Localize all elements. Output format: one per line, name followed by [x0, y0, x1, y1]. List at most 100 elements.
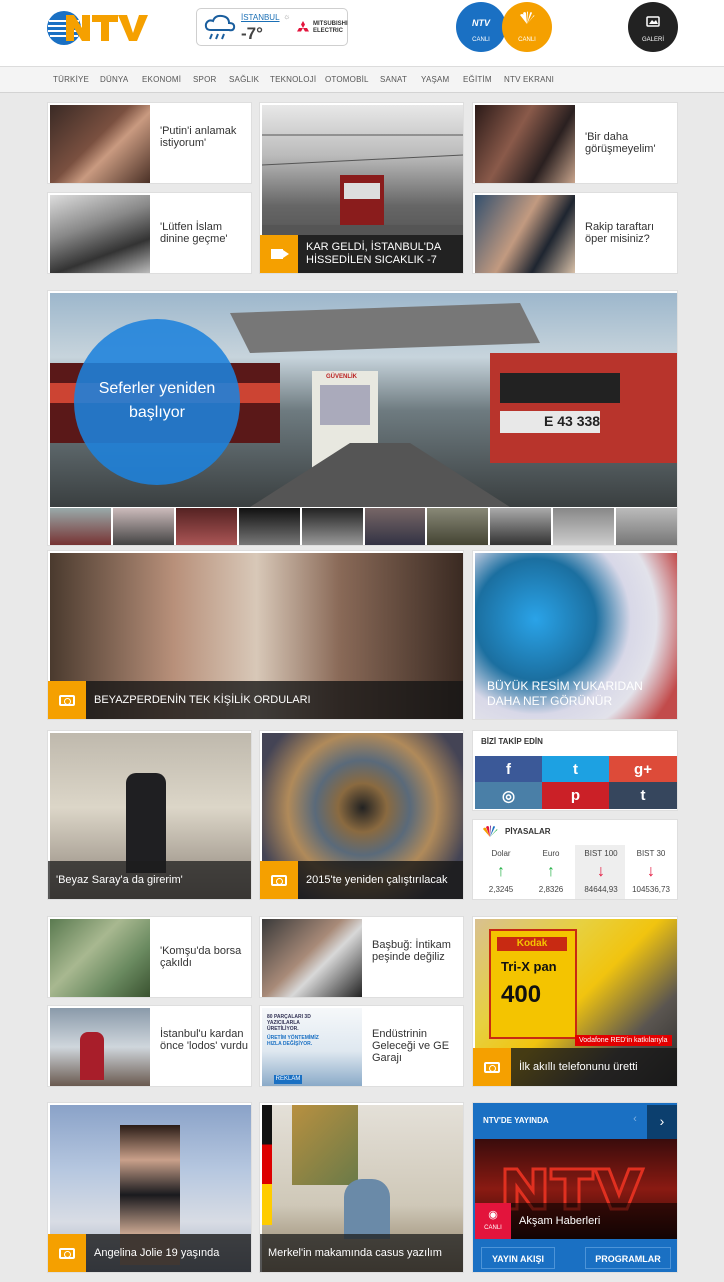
camera-icon — [473, 1048, 511, 1086]
rain-cloud-icon — [204, 14, 236, 40]
featured-title[interactable]: KAR GELDİ, İSTANBUL'DA HİSSEDİLEN SICAKL… — [298, 241, 463, 267]
news-title[interactable]: 2015'te yeniden çalıştırılacak — [298, 874, 448, 887]
hero-thumbnail[interactable] — [50, 508, 111, 545]
nav-item-ekonomi[interactable]: EKONOMİ — [142, 75, 181, 84]
hero-slider[interactable]: E 43 338 GÜVENLİK Seferler yeniden başlı… — [47, 290, 678, 546]
news-title[interactable]: 'Beyaz Saray'a da girerim' — [48, 874, 183, 887]
news-card-merkel[interactable]: Merkel'in makamında casus yazılım — [259, 1102, 464, 1273]
market-item-dolar[interactable]: Dolar ↑ 2,3245 — [475, 845, 527, 899]
instagram-icon[interactable]: ◎ — [475, 782, 542, 809]
gallery-button[interactable]: GALERİ — [628, 2, 678, 52]
news-title[interactable]: Angelina Jolie 19 yaşında — [86, 1247, 219, 1260]
news-title[interactable]: 'Putin'i anlamak istiyorum' — [160, 125, 248, 149]
market-value: 2,8326 — [538, 885, 564, 894]
news-caption[interactable]: Angelina Jolie 19 yaşında — [48, 1234, 251, 1272]
news-card-kodak[interactable]: Kodak Tri-X pan 400 Vodafone RED'in katk… — [472, 916, 678, 1087]
news-caption[interactable]: 2015'te yeniden çalıştırılacak — [260, 861, 463, 899]
news-card-beyazperde[interactable]: BEYAZPERDENİN TEK KİŞİLİK ORDULARI — [47, 550, 464, 720]
on-air-image[interactable]: ◉ CANLI Akşam Haberleri — [475, 1139, 677, 1239]
news-title[interactable]: 'Lütfen İslam dinine geçme' — [160, 221, 248, 245]
news-title[interactable]: İstanbul'u kardan önce 'lodos' vurdu — [160, 1028, 248, 1052]
nav-item-saglik[interactable]: SAĞLIK — [229, 75, 259, 84]
program-title[interactable]: Akşam Haberleri — [519, 1215, 600, 1227]
train-number: E 43 338 — [544, 413, 601, 429]
market-item-euro[interactable]: Euro ↑ 2,8326 — [525, 845, 577, 899]
programs-button[interactable]: PROGRAMLAR — [585, 1247, 671, 1269]
news-card-2015[interactable]: 2015'te yeniden çalıştırılacak — [259, 730, 464, 900]
news-caption[interactable]: 'Beyaz Saray'a da girerim' — [48, 861, 251, 899]
weather-city[interactable]: İSTANBUL — [241, 13, 280, 22]
hero-thumbnail[interactable] — [175, 508, 237, 545]
pinterest-icon[interactable]: p — [542, 782, 609, 809]
weather-widget[interactable]: İSTANBUL ☼ -7° MITSUBISHI ELECTRIC — [196, 8, 348, 46]
news-card-churchill[interactable]: 'Lütfen İslam dinine geçme' — [47, 192, 252, 274]
market-value: 84644,93 — [584, 885, 618, 894]
main-nav: TÜRKİYE DÜNYA EKONOMİ SPOR SAĞLIK TEKNOL… — [0, 66, 724, 93]
follow-us-widget: BİZİ TAKİP EDİN f t g+ ◎ p t — [472, 730, 678, 811]
market-item-bist100[interactable]: BIST 100 ↓ 84644,93 — [575, 845, 627, 899]
twitter-icon[interactable]: t — [542, 756, 609, 782]
news-title[interactable]: BÜYÜK RESİM YUKARIDAN DAHA NET GÖRÜNÜR — [487, 679, 667, 709]
news-title[interactable]: Rakip taraftarı öper misiniz? — [585, 221, 673, 245]
news-caption[interactable]: İlk akıllı telefonunu üretti — [473, 1048, 677, 1086]
nav-item-yasam[interactable]: YAŞAM — [421, 75, 449, 84]
news-card-basbug[interactable]: Başbuğ: İntikam peşinde değiliz — [259, 916, 464, 998]
news-card-beyaz-saray[interactable]: 'Beyaz Saray'a da girerim' — [47, 730, 252, 900]
news-title[interactable]: BEYAZPERDENİN TEK KİŞİLİK ORDULARI — [86, 694, 311, 707]
nav-item-egitim[interactable]: EĞİTİM — [463, 75, 492, 84]
news-title[interactable]: 'Komşu'da borsa çakıldı — [160, 945, 248, 969]
ntv-live-button[interactable]: NTV CANLI — [456, 2, 506, 52]
news-title[interactable]: İlk akıllı telefonunu üretti — [511, 1061, 638, 1074]
news-card-komsu[interactable]: 'Komşu'da borsa çakıldı — [47, 916, 252, 998]
nav-item-sanat[interactable]: SANAT — [380, 75, 407, 84]
hero-thumbnail[interactable] — [616, 508, 677, 545]
nav-item-turkiye[interactable]: TÜRKİYE — [53, 75, 89, 84]
featured-news-card[interactable]: KAR GELDİ, İSTANBUL'DA HİSSEDİLEN SICAKL… — [259, 102, 464, 274]
kodak-logo: Kodak — [497, 937, 567, 951]
news-title[interactable]: Merkel'in makamında casus yazılım — [260, 1247, 442, 1260]
ntv-logo[interactable] — [46, 9, 150, 47]
googleplus-icon[interactable]: g+ — [609, 756, 677, 782]
nav-item-otomobil[interactable]: OTOMOBİL — [325, 75, 369, 84]
up-arrow-icon: ↑ — [497, 863, 505, 880]
hero-image: E 43 338 GÜVENLİK Seferler yeniden başlı… — [50, 293, 677, 507]
news-card-ge-garaj[interactable]: 80 PARÇALARI 3D YAZICILARLA ÜRETİLİYOR. … — [259, 1005, 464, 1087]
news-card-angelina[interactable]: Angelina Jolie 19 yaşında — [47, 1102, 252, 1273]
cnbc-live-button[interactable]: CANLI — [502, 2, 552, 52]
live-label: CANLI — [484, 1225, 502, 1231]
market-item-bist30[interactable]: BIST 30 ↓ 104536,73 — [625, 845, 677, 899]
hero-title[interactable]: Seferler yeniden başlıyor — [84, 377, 230, 425]
camera-icon — [48, 1234, 86, 1272]
hero-thumbnail[interactable] — [364, 508, 426, 545]
hero-thumbnail[interactable] — [427, 508, 489, 545]
hero-thumbnail[interactable] — [553, 508, 615, 545]
hero-thumbnail[interactable] — [490, 508, 552, 545]
tumblr-icon[interactable]: t — [609, 782, 677, 809]
news-card-buyuk-resim[interactable]: BÜYÜK RESİM YUKARIDAN DAHA NET GÖRÜNÜR — [472, 550, 678, 720]
nav-item-ntv-ekrani[interactable]: NTV EKRANI — [504, 75, 554, 84]
chevron-left-icon[interactable]: ‹ — [623, 1113, 647, 1131]
news-card-rakip[interactable]: Rakip taraftarı öper misiniz? — [472, 192, 678, 274]
nav-item-dunya[interactable]: DÜNYA — [100, 75, 128, 84]
hero-thumbnail[interactable] — [238, 508, 300, 545]
news-card-putin[interactable]: 'Putin'i anlamak istiyorum' — [47, 102, 252, 184]
nav-item-teknoloji[interactable]: TEKNOLOJİ — [270, 75, 316, 84]
news-caption[interactable]: Merkel'in makamında casus yazılım — [260, 1234, 463, 1272]
featured-caption[interactable]: KAR GELDİ, İSTANBUL'DA HİSSEDİLEN SICAKL… — [260, 235, 463, 273]
hero-thumbnail[interactable] — [112, 508, 174, 545]
news-card-lodos[interactable]: İstanbul'u kardan önce 'lodos' vurdu — [47, 1005, 252, 1087]
news-title[interactable]: 'Bir daha görüşmeyelim' — [585, 131, 673, 155]
up-arrow-icon: ↑ — [547, 863, 555, 880]
nav-item-spor[interactable]: SPOR — [193, 75, 216, 84]
video-icon — [260, 235, 298, 273]
news-card-bir-daha[interactable]: 'Bir daha görüşmeyelim' — [472, 102, 678, 184]
news-title[interactable]: Endüstrinin Geleceği ve GE Garajı — [372, 1028, 460, 1064]
news-caption[interactable]: BEYAZPERDENİN TEK KİŞİLİK ORDULARI — [48, 681, 463, 719]
facebook-icon[interactable]: f — [475, 756, 542, 782]
hero-title-bubble[interactable]: Seferler yeniden başlıyor — [74, 319, 240, 485]
schedule-button[interactable]: YAYIN AKIŞI — [481, 1247, 555, 1269]
hero-thumbnail[interactable] — [301, 508, 363, 545]
chevron-right-icon[interactable]: › — [647, 1105, 677, 1139]
market-value: 2,3245 — [488, 885, 514, 894]
news-title[interactable]: Başbuğ: İntikam peşinde değiliz — [372, 939, 460, 963]
